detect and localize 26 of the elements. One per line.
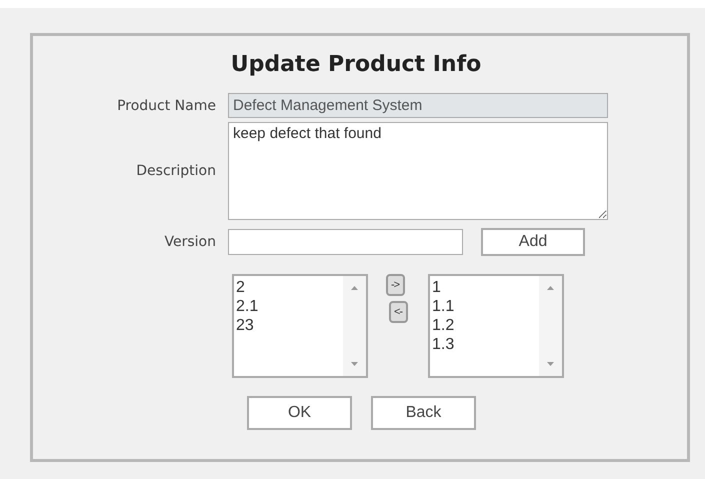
up-arrow-icon[interactable] [351,286,358,290]
down-arrow-icon[interactable] [547,362,554,366]
list-item[interactable]: 1.1 [432,297,539,316]
field-label: Description [135,163,216,179]
scrollbar[interactable] [343,276,366,376]
move-button[interactable]: -> [386,274,404,296]
field-label: Product Name [116,98,216,114]
list-item[interactable]: 1.3 [432,335,539,354]
list-box[interactable]: 1 1.1 1.2 1.3 [428,274,564,378]
list-item[interactable]: 1 [432,278,539,297]
scrollbar[interactable] [539,276,562,376]
move-button[interactable]: <- [388,301,408,323]
list-item[interactable]: 2.1 [236,297,343,316]
field-label: Version [164,234,216,250]
list-item[interactable]: 23 [236,316,343,335]
text-area[interactable]: keep defect that found [228,122,608,220]
dialog-title: Update Product Info [230,52,482,79]
list-item[interactable]: 2 [236,278,343,297]
dialog-button[interactable]: Back [371,396,476,430]
input-field[interactable] [228,229,463,255]
down-arrow-icon[interactable] [351,362,358,366]
add-button[interactable]: Add [481,228,585,256]
list-box[interactable]: 2 2.1 23 [232,274,368,378]
list-item[interactable]: 1.2 [432,316,539,335]
dialog-button[interactable]: OK [247,396,352,430]
up-arrow-icon[interactable] [547,286,554,290]
